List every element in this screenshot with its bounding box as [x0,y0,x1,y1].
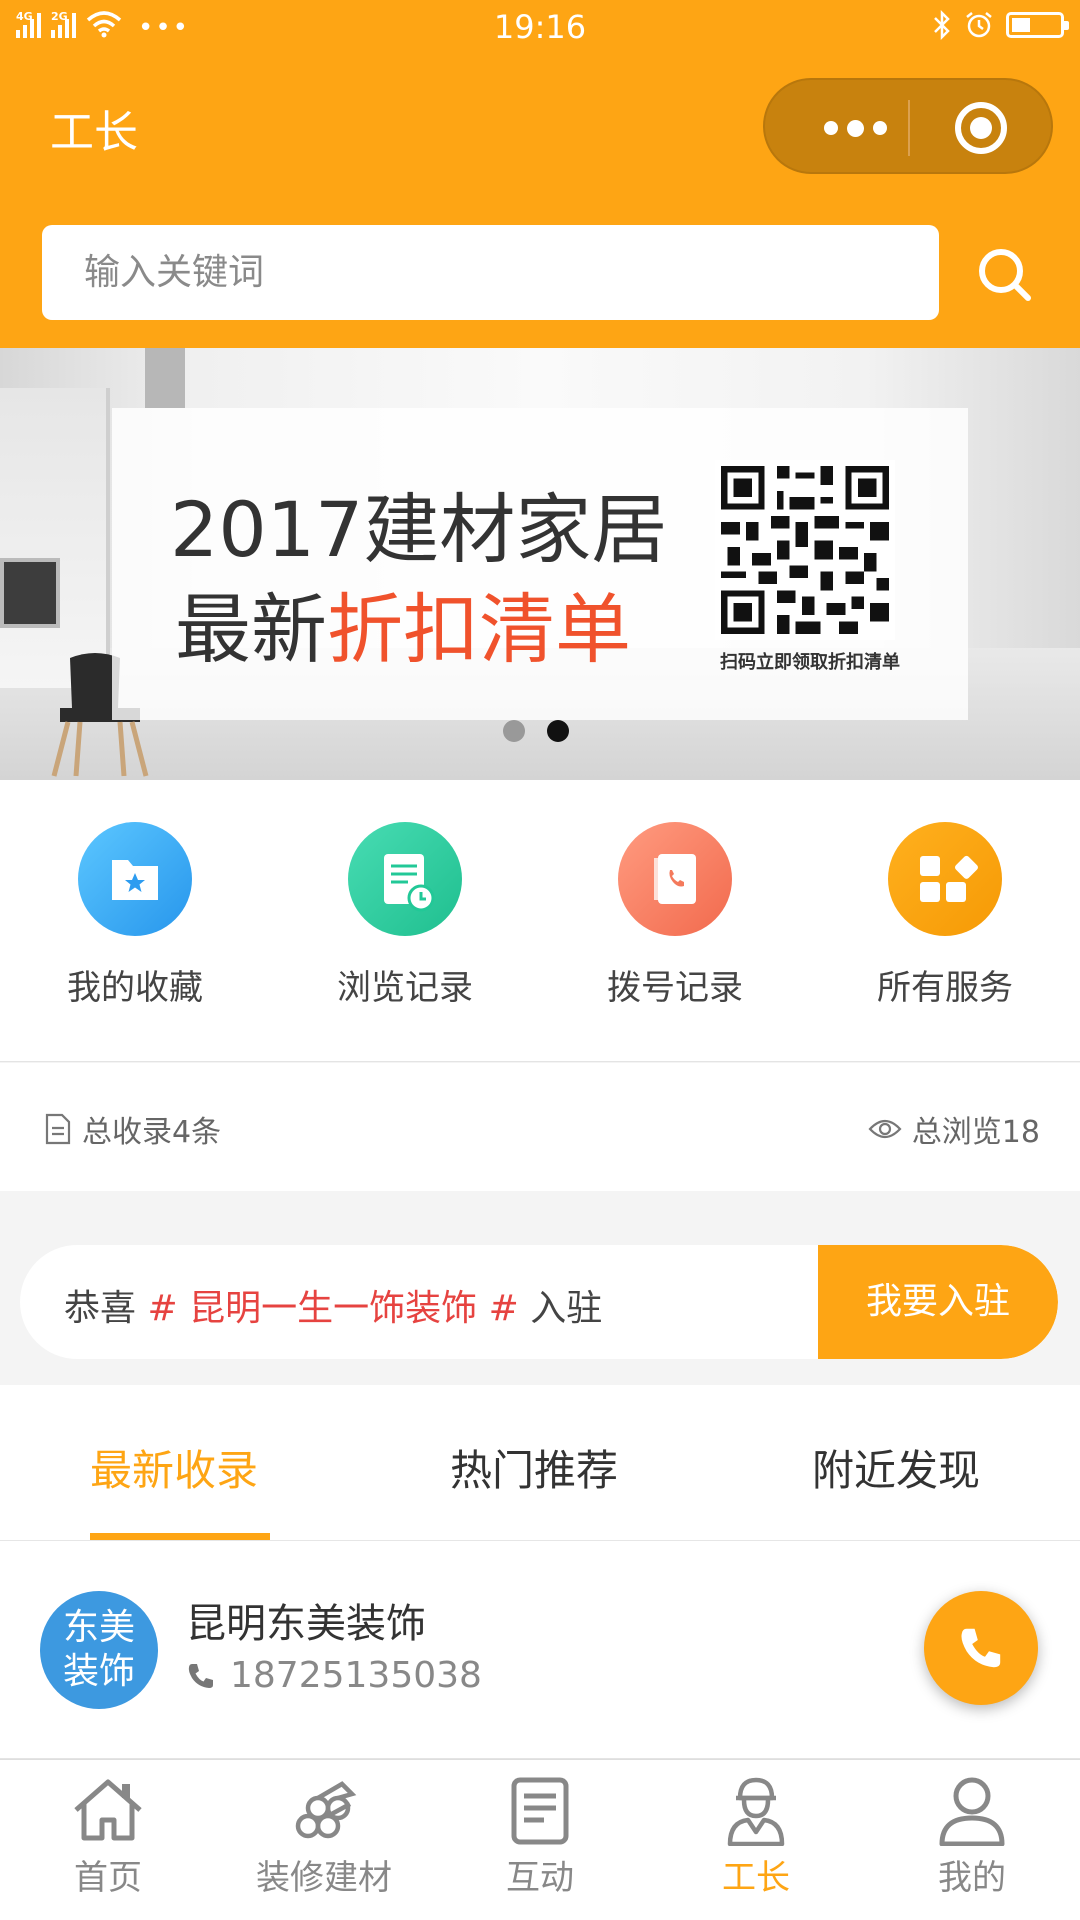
folder-star-icon [78,822,192,936]
total-records-text: 总收录4条 [82,1115,222,1150]
quick-services: 我的收藏 浏览记录 拨号记录 所有服务 [0,780,1080,1062]
banner-line2-prefix: 最新 [175,585,327,674]
banner-dot-2[interactable] [547,720,569,742]
join-hash-close: # [488,1288,519,1329]
phone-number: 18725135038 [230,1655,482,1696]
service-call-log[interactable]: 拨号记录 [575,822,775,1009]
banner-pagination [503,720,569,742]
phone-book-icon [618,822,732,936]
qr-caption: 扫码立即领取折扣清单 [720,652,900,673]
capsule-divider [908,100,910,156]
list-item[interactable]: 东美 装饰 昆明东美装饰 18725135038 [0,1541,1080,1759]
tabbar-home[interactable]: 首页 [28,1774,188,1899]
tab-latest[interactable]: 最新收录 [90,1437,258,1498]
miniprogram-capsule [763,78,1053,174]
banner-line2-highlight: 折扣清单 [327,585,631,674]
join-suffix: 入驻 [530,1288,603,1329]
tabbar-foreman[interactable]: 工长 [676,1774,836,1899]
total-records: 总收录4条 [44,1107,221,1151]
grid-services-icon [888,822,1002,936]
bluetooth-icon [934,10,950,40]
banner-dot-1[interactable] [503,720,525,742]
banner-hood [145,348,185,408]
service-label: 拨号记录 [607,968,743,1008]
join-prefix: 恭喜 [64,1288,137,1329]
user-icon [939,1777,1005,1846]
content-tabs: 最新收录 热门推荐 附近发现 [0,1385,1080,1541]
close-miniprogram-button[interactable] [955,102,1007,154]
document-icon [45,1113,71,1145]
join-hash-open: # [147,1288,178,1329]
tabbar-label: 互动 [506,1858,574,1898]
banner-headline-1: 2017建材家居 [170,468,667,578]
building-materials-icon [295,1781,357,1839]
promo-banner[interactable]: 2017建材家居 最新折扣清单 扫码立即领取折扣清单 [0,348,1080,780]
join-company: 昆明一生一饰装饰 [189,1288,478,1329]
tabbar-mine[interactable]: 我的 [892,1774,1052,1899]
avatar-line-2: 装饰 [62,1651,135,1692]
service-all[interactable]: 所有服务 [845,822,1045,1009]
banner-line1-text: 建材家居 [363,485,668,574]
avatar: 东美 装饰 [40,1591,158,1709]
active-tab-indicator [90,1533,270,1540]
bottom-tab-bar: 首页 装修建材 互动 工长 我的 [0,1759,1080,1920]
page-title: 工长 [50,107,138,158]
join-banner: 恭喜 # 昆明一生一饰装饰 # 入驻 我要入驻 [20,1245,1058,1359]
join-message: 恭喜 # 昆明一生一饰装饰 # 入驻 [64,1279,602,1331]
avatar-line-1: 东美 [62,1607,135,1648]
service-label: 浏览记录 [337,968,473,1008]
phone-icon [961,1628,1001,1668]
alarm-icon [966,12,992,38]
service-label: 所有服务 [877,968,1013,1008]
company-phone: 18725135038 [186,1655,482,1696]
interaction-icon [511,1777,569,1845]
banner-kitchen [0,388,110,688]
join-section: 恭喜 # 昆明一生一饰装饰 # 入驻 我要入驻 [0,1191,1080,1385]
history-doc-icon [348,822,462,936]
banner-year: 2017 [170,485,364,574]
service-history[interactable]: 浏览记录 [305,822,505,1009]
tab-nearby[interactable]: 附近发现 [812,1437,980,1498]
status-time: 19:16 [493,8,587,46]
tabbar-label: 我的 [938,1858,1006,1898]
home-icon [74,1779,142,1841]
service-label: 我的收藏 [67,968,203,1008]
join-button[interactable]: 我要入驻 [818,1245,1058,1359]
tabbar-materials[interactable]: 装修建材 [244,1774,404,1899]
banner-oven [0,558,60,628]
tabbar-interaction[interactable]: 互动 [460,1774,620,1899]
total-views-text: 总浏览18 [911,1115,1040,1150]
tabbar-label: 首页 [74,1858,142,1898]
search-icon[interactable] [970,240,1040,310]
call-button[interactable] [924,1591,1038,1705]
tab-popular[interactable]: 热门推荐 [450,1437,618,1498]
total-views: 总浏览18 [868,1107,1040,1151]
stats-bar: 总收录4条 总浏览18 [0,1063,1080,1191]
tabbar-label: 装修建材 [256,1858,392,1898]
phone-icon [188,1663,213,1688]
service-favorites[interactable]: 我的收藏 [35,822,235,1009]
app-header: 4G 2G ••• 19:16 工长 输入关键词 [0,0,1080,348]
tabbar-label: 工长 [722,1858,790,1898]
company-name: 昆明东美装饰 [186,1601,426,1647]
battery-icon [1006,12,1069,38]
search-input[interactable] [42,225,939,320]
foreman-icon [727,1777,785,1846]
status-bar: 4G 2G ••• 19:16 [0,0,1080,60]
eye-icon [868,1119,902,1139]
more-menu-button[interactable] [805,80,905,176]
qr-code-icon [715,460,895,640]
status-bar-right [932,10,1069,40]
banner-headline-2: 最新折扣清单 [175,568,631,678]
